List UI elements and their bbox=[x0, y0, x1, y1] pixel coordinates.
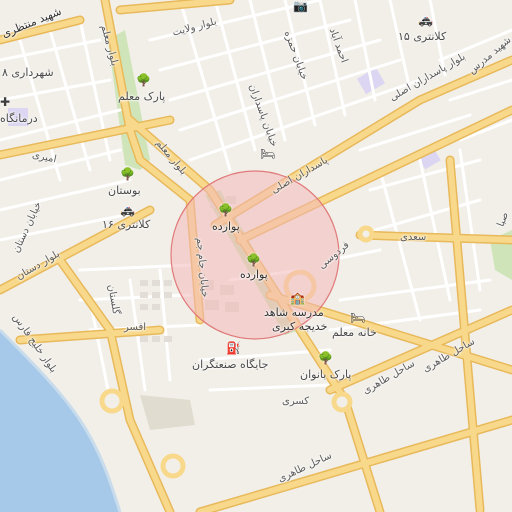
label-khaneh-moallem: خانه معلم bbox=[332, 326, 377, 339]
label-kasra: کسری bbox=[282, 396, 310, 407]
tree-icon[interactable]: 🌳 bbox=[136, 74, 151, 86]
school-icon[interactable]: 🏫 bbox=[290, 292, 305, 304]
tree-icon[interactable]: 🌳 bbox=[218, 204, 233, 216]
label-afsar: افسر bbox=[124, 322, 146, 333]
label-park-banovan: پارک بانوان bbox=[300, 368, 352, 381]
label-kalantari15: کلانتری ۱۵ bbox=[398, 30, 447, 43]
label-darmangah: درمانگاه bbox=[0, 112, 38, 125]
label-pavardeh-1: پوارده bbox=[212, 220, 240, 233]
map-view[interactable]: شهید منتظری شهرداری ۸ درمانگاه بلوار ولا… bbox=[0, 0, 512, 512]
tree-icon[interactable]: 🌳 bbox=[318, 352, 333, 364]
police-icon[interactable]: 🚓 bbox=[418, 14, 433, 26]
label-saadi: سعدی bbox=[400, 232, 427, 243]
label-shahrdari: شهرداری ۸ bbox=[2, 66, 54, 79]
label-bustan: بوستان bbox=[108, 184, 141, 197]
label-jaygah: جایگاه صنعتگران bbox=[192, 358, 269, 371]
label-kalantari16: کلانتری ۱۶ bbox=[102, 218, 151, 231]
fuel-icon[interactable]: ⛽ bbox=[226, 342, 241, 354]
hospital-icon[interactable]: ✚ bbox=[0, 96, 10, 108]
police-icon[interactable]: 🚓 bbox=[120, 204, 135, 216]
label-park-moallem: پارک معلم bbox=[118, 90, 166, 103]
label-madreseh: مدرسه شاهد bbox=[264, 306, 324, 319]
tree-icon[interactable]: 🌳 bbox=[120, 168, 135, 180]
label-pavardeh-2: پوارده bbox=[240, 268, 268, 281]
label-khadijeh: خدیجه کبری bbox=[272, 320, 328, 333]
camera-icon[interactable]: 📷 bbox=[293, 0, 308, 12]
tree-icon[interactable]: 🌳 bbox=[246, 254, 261, 266]
hotel-icon[interactable]: 🛏 bbox=[350, 312, 365, 324]
hotel-icon[interactable]: 🛏 bbox=[260, 148, 275, 160]
